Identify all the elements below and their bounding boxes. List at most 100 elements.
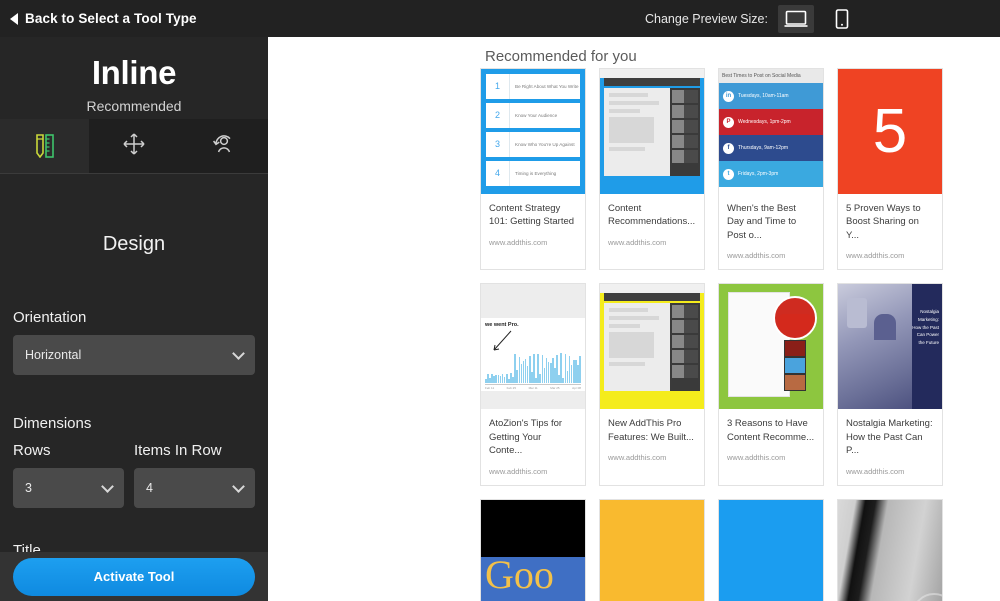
recommendation-card[interactable]: 7 Ways to Keep Your Website or Blog Co..… <box>599 498 705 601</box>
card-body: 3 Reasons to Have Content Recomme... www.… <box>719 409 823 471</box>
recommendation-grid: 1 Be Right About What You Write 2 Know Your… <box>480 68 943 601</box>
card-title: When's the Best Day and Time to Post o..… <box>727 203 797 241</box>
person-refresh-icon <box>209 131 237 162</box>
items-in-row-select[interactable]: 4 <box>134 468 255 508</box>
card-thumbnail <box>600 499 704 601</box>
thumb-social-text: Wednesdays, 1pm-2pm <box>738 119 791 125</box>
back-to-tool-type-button[interactable]: Back to Select a Tool Type <box>10 11 197 26</box>
card-thumbnail <box>600 284 704 410</box>
recommendation-card[interactable]: 5 5 Proven Ways to Boost Sharing on Y... w… <box>837 68 943 271</box>
card-thumbnail: we went Pro. Feb 11 Feb 25 Mar 11 Mar 25 Apr … <box>481 284 585 410</box>
thumb-black-band <box>481 499 585 558</box>
recommendation-card[interactable]: 3 Pokémon GO Lessons For Social...www.ad… <box>837 498 943 601</box>
card-thumbnail: Goo <box>481 499 585 601</box>
thumb-browser-chrome <box>604 293 700 302</box>
orientation-label: Orientation <box>13 309 87 326</box>
thumb-list-number: 2 <box>486 103 510 128</box>
thumb-social-row: t Fridays, 2pm-3pm <box>719 161 823 187</box>
card-domain: www.addthis.com <box>846 251 905 261</box>
preview-size-label: Change Preview Size: <box>645 11 768 26</box>
rows-field: Rows 3 <box>13 442 124 508</box>
left-sidebar: Inline Recommended Design Orientation Ho… <box>0 37 268 601</box>
thumb-blue-band: Goo <box>481 557 585 601</box>
activate-tool-button[interactable]: Activate Tool <box>13 557 255 596</box>
card-title: AtoZion's Tips for Getting Your Conte... <box>489 418 563 457</box>
thumb-list-row: 2 Know Your Audience <box>486 103 580 128</box>
thumb-list-number: 1 <box>486 74 510 99</box>
card-title: Content Recommendations... <box>608 203 696 228</box>
card-thumbnail <box>600 69 704 194</box>
tabs-divider <box>0 173 268 174</box>
card-title: New AddThis Pro Features: We Built... <box>608 418 694 443</box>
thumb-social-row: P Wednesdays, 1pm-2pm <box>719 109 823 135</box>
chevron-down-icon <box>232 480 245 493</box>
facebook-icon: f <box>723 142 734 154</box>
card-thumbnail <box>719 499 823 601</box>
thumb-list-row: 3 Know Who You're Up Against <box>486 132 580 157</box>
card-domain: www.addthis.com <box>489 237 548 247</box>
card-domain: www.addthis.com <box>608 237 667 247</box>
card-body: AtoZion's Tips for Getting Your Conte...… <box>481 409 585 484</box>
recommendation-card[interactable]: Nostalgia Marketing: How the Past Can Po… <box>837 283 943 486</box>
orientation-field: Orientation Horizontal <box>13 309 255 375</box>
recommendation-card[interactable]: 3 Reasons to Have Content Recomme... www.… <box>718 283 824 486</box>
card-title: Content Strategy 101: Getting Started <box>489 203 575 228</box>
tool-recommended-subtitle: Recommended <box>86 97 182 114</box>
thumb-list-text: Timing is Everything <box>515 170 557 176</box>
tab-design[interactable] <box>0 119 90 173</box>
twitter-icon: t <box>723 168 734 180</box>
activate-tool-bar: Activate Tool <box>0 552 268 601</box>
thumb-list-row: 4 Timing is Everything <box>486 161 580 186</box>
desktop-preview-button[interactable] <box>777 4 814 33</box>
caret-left-icon <box>10 12 18 25</box>
chevron-down-icon <box>101 480 114 493</box>
mobile-preview-button[interactable] <box>824 5 860 33</box>
thumb-list-text: Be Right About What You Write <box>515 83 579 89</box>
rows-value: 3 <box>25 481 32 495</box>
thumb-goo-text: Goo <box>485 557 554 598</box>
pencil-ruler-icon <box>32 130 58 163</box>
tool-name-title: Inline <box>91 54 177 91</box>
thumb-car-photo <box>773 296 817 341</box>
recommendation-card[interactable]: we went Pro. Feb 11 Feb 25 Mar 11 Mar 25 Apr … <box>480 283 586 486</box>
preview-panel: Recommended for you 1 Be Right About What… <box>268 37 1000 601</box>
tab-audience[interactable] <box>179 119 268 173</box>
rows-label: Rows <box>13 442 51 459</box>
dimensions-label: Dimensions <box>13 415 92 432</box>
card-title: 3 Reasons to Have Content Recomme... <box>727 418 815 443</box>
recommendation-card[interactable]: New AddThis Pro Features: We Built... www… <box>599 283 705 486</box>
card-thumbnail <box>719 284 823 410</box>
card-domain: www.addthis.com <box>489 466 548 476</box>
items-in-row-field: Items In Row 4 <box>134 442 255 508</box>
orientation-value: Horizontal <box>25 348 82 362</box>
recommendation-card[interactable]: Content Recommendations... www.addthis.co… <box>599 68 705 271</box>
card-thumbnail: Nostalgia Marketing: How the Past Can Po… <box>838 284 942 410</box>
recommendation-card[interactable]: Best Times to Post on Social Media in Tues… <box>718 68 824 271</box>
rows-select[interactable]: 3 <box>13 468 124 508</box>
thumb-browser-chrome <box>604 78 700 86</box>
mobile-icon <box>835 8 849 29</box>
card-body: When's the Best Day and Time to Post o..… <box>719 194 823 269</box>
recommendation-card[interactable]: GooInstagram Stories vs. Snapchat Storie… <box>480 498 586 601</box>
thumb-social-text: Fridays, 2pm-3pm <box>738 171 779 177</box>
pinterest-icon: P <box>723 116 734 128</box>
thumb-list-number: 3 <box>486 132 510 157</box>
thumb-list-number: 4 <box>486 161 510 186</box>
card-domain: www.addthis.com <box>727 453 786 463</box>
recommendation-card[interactable]: 1 Be Right About What You Write 2 Know Your… <box>480 68 586 271</box>
panel-title-design: Design <box>102 233 166 255</box>
items-in-row-label: Items In Row <box>134 442 222 459</box>
thumb-overlay-text: Nostalgia Marketing: How the Past Can Po… <box>912 284 942 410</box>
thumb-social-row: f Thursdays, 9am-12pm <box>719 135 823 161</box>
recommendation-card[interactable]: Talk Nerdy to Me: How to Run Cassan...ww… <box>718 498 824 601</box>
thumb-list-text: Know Who You're Up Against <box>515 141 575 147</box>
card-thumbnail: 1 Be Right About What You Write 2 Know Your… <box>481 69 585 194</box>
chevron-down-icon <box>232 347 245 360</box>
top-header-bar: Back to Select a Tool Type Change Previe… <box>0 0 1000 37</box>
preview-heading: Recommended for you <box>485 48 637 65</box>
card-body: Nostalgia Marketing: How the Past Can P.… <box>838 409 942 484</box>
orientation-select[interactable]: Horizontal <box>13 335 255 375</box>
linkedin-icon: in <box>723 90 734 102</box>
card-domain: www.addthis.com <box>608 453 667 463</box>
tab-placement[interactable] <box>89 119 178 173</box>
